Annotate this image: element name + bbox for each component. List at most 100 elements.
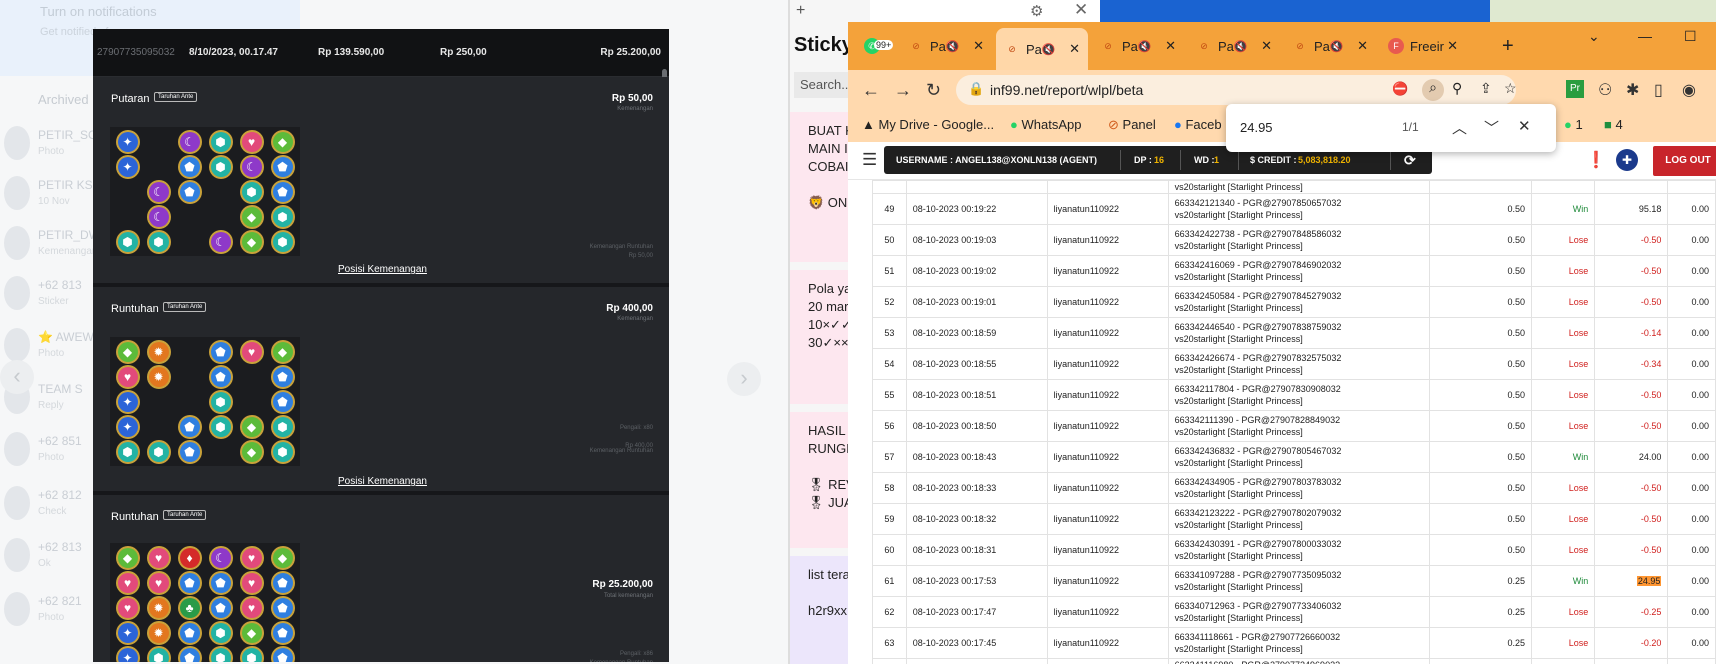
chat-list-item[interactable]: +62 812 Check xyxy=(0,478,90,530)
muted-icon[interactable]: 🔇 xyxy=(1042,43,1056,56)
new-tab-button[interactable]: + xyxy=(1502,30,1514,62)
table-row[interactable]: 50 08-10-2023 00:19:03 liyanatun110922 6633… xyxy=(872,224,1716,256)
camera-blocked-icon[interactable]: ⛔ xyxy=(1392,81,1408,97)
table-row[interactable]: 61 08-10-2023 00:17:53 liyanatun110922 6633… xyxy=(872,565,1716,597)
forward-icon[interactable]: → xyxy=(894,80,912,101)
row-bet-id: 663342450584 - PGR@27907845279032 xyxy=(1174,291,1342,301)
browser-tab[interactable]: ⊘ Pa 🔇 ✕ xyxy=(996,28,1088,70)
chat-list-item[interactable]: PETIR_DW Kemenangan xyxy=(0,218,100,270)
extension-pr-icon[interactable]: Pr xyxy=(1566,80,1584,98)
maximize-icon[interactable]: ☐ xyxy=(1684,28,1697,45)
row-number: 55 xyxy=(872,379,907,411)
archived-label[interactable]: Archived xyxy=(38,92,89,107)
uk-flag-icon[interactable]: ✚ xyxy=(1616,149,1638,171)
table-row[interactable]: 53 08-10-2023 00:18:59 liyanatun110922 6633… xyxy=(872,317,1716,349)
browser-tab[interactable]: ⊘ Pa 🔇 ✕ xyxy=(900,30,992,62)
row-username: liyanatun110922 xyxy=(1046,565,1169,597)
extensions-puzzle-icon[interactable]: ✱ xyxy=(1626,80,1639,100)
chat-list-item[interactable]: +62 813 Ok xyxy=(0,530,90,582)
table-row[interactable]: 62 08-10-2023 00:17:47 liyanatun110922 6633… xyxy=(872,596,1716,628)
bookmark-facebook[interactable]: ● Faceb xyxy=(1174,117,1222,132)
chat-list-item[interactable]: PETIR_SO Photo xyxy=(0,118,97,170)
table-row[interactable]: 60 08-10-2023 00:18:31 liyanatun110922 6633… xyxy=(872,534,1716,566)
row-game-name: vs20starlight [Starlight Princess] xyxy=(1174,210,1303,220)
table-row[interactable]: 63 08-10-2023 00:17:45 liyanatun110922 6633… xyxy=(872,627,1716,659)
find-next-icon[interactable]: ﹀ xyxy=(1484,117,1499,138)
row-datetime: 08-10-2023 00:19:22 xyxy=(905,193,1048,225)
next-arrow-icon[interactable]: › xyxy=(727,362,761,396)
refresh-icon[interactable]: ⟳ xyxy=(1404,152,1416,169)
symbol-drop-icon: ⬟ xyxy=(174,570,205,595)
table-row[interactable]: 58 08-10-2023 00:18:33 liyanatun110922 6633… xyxy=(872,472,1716,504)
symbol-gem-icon: ⬢ xyxy=(112,229,143,254)
extension-sg-icon[interactable]: ⚇ xyxy=(1598,80,1612,100)
muted-icon[interactable]: 🔇 xyxy=(1330,40,1344,53)
symbol-drop-icon: ⬟ xyxy=(174,645,205,662)
tab-close-icon[interactable]: ✕ xyxy=(1357,38,1368,54)
chevron-down-icon[interactable]: ⌄ xyxy=(1588,28,1600,45)
logout-button[interactable]: LOG OUT xyxy=(1653,146,1716,176)
share-icon[interactable]: ⇪ xyxy=(1480,80,1492,97)
alert-icon[interactable]: ❗ xyxy=(1586,150,1606,170)
find-query-input[interactable]: 24.95 xyxy=(1240,120,1273,135)
back-icon[interactable]: ← xyxy=(862,80,880,101)
close-icon[interactable]: ✕ xyxy=(1074,0,1088,20)
find-icon[interactable]: ⌕ xyxy=(1422,79,1444,101)
row-username: liyanatun110922 xyxy=(1046,627,1169,659)
muted-icon[interactable]: 🔇 xyxy=(1234,40,1248,53)
table-row[interactable]: 49 08-10-2023 00:19:22 liyanatun110922 6633… xyxy=(872,193,1716,225)
table-row[interactable]: 51 08-10-2023 00:19:02 liyanatun110922 6633… xyxy=(872,255,1716,287)
browser-tab[interactable]: ⊘ Pa 🔇 ✕ xyxy=(1284,30,1376,62)
table-row[interactable]: 52 08-10-2023 00:19:01 liyanatun110922 6633… xyxy=(872,286,1716,318)
row-profit-value: 24.95 xyxy=(1636,576,1662,586)
bookmark-sheets[interactable]: ■ 4 xyxy=(1604,117,1623,132)
win-position-link[interactable]: Posisi Kemenangan xyxy=(338,476,427,487)
table-row[interactable]: 59 08-10-2023 00:18:32 liyanatun110922 6633… xyxy=(872,503,1716,535)
chat-list-item[interactable]: +62 851 Photo xyxy=(0,424,90,476)
hamburger-menu-icon[interactable]: ☰ xyxy=(862,150,877,170)
bookmark-drive[interactable]: ▲ My Drive - Google... xyxy=(862,117,994,132)
round-win-label: Total kemenangan xyxy=(603,593,653,599)
credit-value: 5,083,818.20 xyxy=(1298,155,1351,165)
row-profit-loss: -0.25 xyxy=(1594,596,1669,628)
muted-icon[interactable]: 🔇 xyxy=(946,40,960,53)
find-prev-icon[interactable]: ︿ xyxy=(1452,117,1467,138)
prev-arrow-icon[interactable]: ‹ xyxy=(0,360,34,394)
zoom-icon[interactable]: ⚲ xyxy=(1452,80,1462,97)
profile-avatar-icon[interactable]: ◉ xyxy=(1682,80,1696,100)
settings-gear-icon[interactable]: ⚙ xyxy=(1030,2,1043,20)
tab-close-icon[interactable]: ✕ xyxy=(1261,38,1272,54)
table-row[interactable]: 56 08-10-2023 00:18:50 liyanatun110922 6633… xyxy=(872,410,1716,442)
tab-close-icon[interactable]: ✕ xyxy=(973,38,984,54)
symbol-sun-icon: ✹ xyxy=(143,364,174,389)
browser-tab[interactable]: ⊘ Pa 🔇 ✕ xyxy=(1092,30,1184,62)
tab-close-icon[interactable]: ✕ xyxy=(1069,41,1080,57)
bookmark-wa-count[interactable]: ● 1 xyxy=(1564,117,1583,132)
bookmark-panel[interactable]: ⊘ Panel xyxy=(1108,117,1156,133)
row-datetime: 08-10-2023 00:19:02 xyxy=(905,255,1048,287)
symbol-leaf-icon: ◆ xyxy=(236,204,267,229)
reload-icon[interactable]: ↻ xyxy=(926,80,941,101)
chat-list-item[interactable]: +62 813 Sticker xyxy=(0,268,90,320)
browser-tab[interactable]: F Freeir ✕ xyxy=(1380,30,1466,62)
find-close-icon[interactable]: ✕ xyxy=(1518,117,1531,135)
minimize-icon[interactable]: — xyxy=(1638,28,1652,44)
table-row[interactable]: 55 08-10-2023 00:18:51 liyanatun110922 6633… xyxy=(872,379,1716,411)
avatar xyxy=(4,486,30,520)
table-row[interactable]: 54 08-10-2023 00:18:55 liyanatun110922 6633… xyxy=(872,348,1716,380)
win-position-link[interactable]: Posisi Kemenangan xyxy=(338,264,427,275)
add-note-icon[interactable]: + xyxy=(796,2,805,20)
browser-tab[interactable]: ⊘ Pa 🔇 ✕ xyxy=(1188,30,1280,62)
bookmark-whatsapp[interactable]: ● WhatsApp xyxy=(1010,117,1081,132)
chat-list-item[interactable]: +62 821 Photo xyxy=(0,584,90,636)
chat-list-item[interactable]: PETIR KS 10 Nov xyxy=(0,168,93,220)
ante-bet-badge: Taruhan Ante xyxy=(154,92,198,102)
muted-icon[interactable]: 🔇 xyxy=(1138,40,1152,53)
address-bar[interactable]: 🔒 inf99.net/report/wlpl/beta ⛔ ⌕ ⚲ ⇪ ☆ xyxy=(956,75,1517,105)
tab-close-icon[interactable]: ✕ xyxy=(1165,38,1176,54)
tab-close-icon[interactable]: ✕ xyxy=(1447,38,1458,54)
browser-tab[interactable]: ✆ 99+ xyxy=(856,30,896,62)
table-row[interactable]: 57 08-10-2023 00:18:43 liyanatun110922 6633… xyxy=(872,441,1716,473)
bookmark-star-icon[interactable]: ☆ xyxy=(1504,80,1517,97)
side-panel-icon[interactable]: ▯ xyxy=(1654,80,1663,100)
